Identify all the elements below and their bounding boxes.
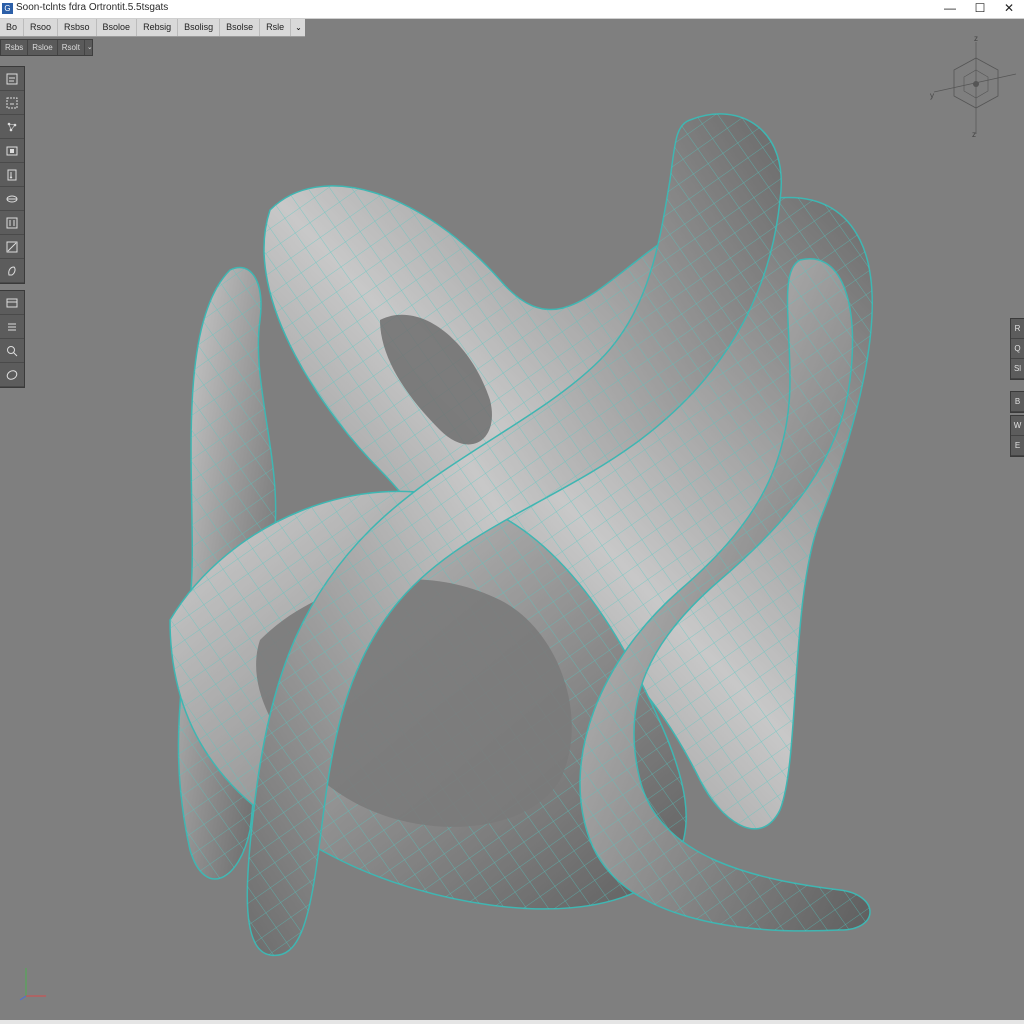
zoom-icon[interactable] [0, 339, 24, 363]
menu-item-6[interactable]: Bsolisg [178, 19, 221, 36]
gizmo-axis-left: y [930, 91, 934, 100]
right-panel-group-2: B [1010, 391, 1024, 413]
menu-item-2[interactable]: Rsoo [24, 19, 59, 36]
app-icon: G [2, 3, 13, 14]
menu-item-8[interactable]: Rsle [260, 19, 292, 36]
orbit-icon[interactable] [0, 363, 24, 387]
knife-icon[interactable] [0, 235, 24, 259]
mode-item-1[interactable]: Rsbs [1, 40, 29, 55]
maximize-button[interactable]: ☐ [965, 0, 995, 18]
tool-group-view [0, 290, 25, 388]
mode-dropdown-icon[interactable]: ⌄ [85, 40, 95, 55]
axis-indicator-icon [19, 968, 46, 1001]
mesh-model[interactable] [169, 113, 873, 957]
menu-bar: Bo Rsoo Rsbso Bsoloe Rebsig Bsolisg Bsol… [0, 19, 305, 37]
minimize-button[interactable]: — [935, 0, 965, 18]
select-tool-icon[interactable] [0, 67, 24, 91]
menu-item-4[interactable]: Bsoloe [97, 19, 138, 36]
right-panel-group-3: W E [1010, 415, 1024, 457]
gizmo-axis-bottom: z [972, 130, 976, 139]
status-bar [0, 1020, 1024, 1024]
close-button[interactable]: ✕ [994, 0, 1024, 18]
face-select-icon[interactable] [0, 139, 24, 163]
edge-loop-icon[interactable] [0, 187, 24, 211]
menu-item-1[interactable]: Bo [0, 19, 25, 36]
extrude-icon[interactable] [0, 163, 24, 187]
tool-group-edit [0, 66, 25, 284]
sculpt-icon[interactable] [0, 259, 24, 283]
mode-item-3[interactable]: Rsolt [58, 40, 85, 55]
right-tab-4[interactable]: B [1011, 392, 1024, 412]
mode-item-2[interactable]: Rsloe [28, 40, 58, 55]
vertex-move-icon[interactable] [0, 115, 24, 139]
menu-item-7[interactable]: Bsolse [220, 19, 261, 36]
right-panel-group-1: R Q Sl [1010, 318, 1024, 380]
bridge-icon[interactable] [0, 211, 24, 235]
box-select-icon[interactable] [0, 91, 24, 115]
right-tab-1[interactable]: R [1011, 319, 1024, 339]
menu-dropdown-icon[interactable]: ⌄ [291, 19, 306, 36]
right-tab-5[interactable]: W [1011, 416, 1024, 436]
window-title: Soon-tclnts fdra Ortrontit.5.5tsgats [16, 2, 169, 13]
right-tab-3[interactable]: Sl [1011, 359, 1024, 379]
right-tab-2[interactable]: Q [1011, 339, 1024, 359]
mode-toolbar: Rsbs Rsloe Rsolt ⌄ [0, 39, 93, 56]
viewport-canvas[interactable] [0, 0, 1024, 1024]
gizmo-axis-top: z [974, 34, 978, 43]
view-cube-icon[interactable] [930, 34, 1020, 144]
view-gizmo[interactable]: z y z [930, 34, 1020, 144]
list-icon[interactable] [0, 315, 24, 339]
menu-item-5[interactable]: Rebsig [137, 19, 179, 36]
grid-icon[interactable] [0, 291, 24, 315]
title-bar: G Soon-tclnts fdra Ortrontit.5.5tsgats —… [0, 0, 1024, 19]
right-tab-6[interactable]: E [1011, 436, 1024, 456]
left-tool-shelf [0, 66, 25, 394]
menu-item-3[interactable]: Rsbso [58, 19, 97, 36]
